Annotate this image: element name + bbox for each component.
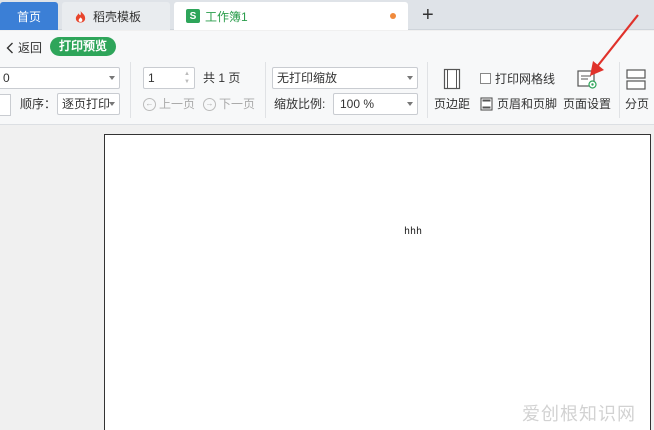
- page-break-label: 分页: [625, 97, 650, 111]
- header-footer-label: 页眉和页脚: [497, 97, 558, 111]
- next-page-button[interactable]: → 下一页: [203, 93, 255, 115]
- tab-template[interactable]: 稻壳模板: [62, 2, 170, 30]
- chevron-down-icon: [407, 102, 413, 106]
- separator: [130, 62, 131, 118]
- print-preview-badge: 打印预览: [50, 37, 117, 56]
- print-scaling-value: 无打印缩放: [277, 71, 338, 85]
- tab-template-label: 稻壳模板: [93, 9, 142, 24]
- chevron-left-icon: [6, 42, 13, 53]
- margins-label: 页边距: [434, 97, 471, 111]
- order-select-value: 逐页打印: [62, 97, 111, 111]
- page-margins-icon: [443, 68, 461, 90]
- tab-workbook[interactable]: S 工作簿1: [174, 2, 408, 30]
- preview-page: [104, 134, 651, 430]
- gridlines-checkbox[interactable]: 打印网格线: [480, 70, 555, 87]
- back-button[interactable]: 返回: [6, 39, 42, 56]
- header-footer-button[interactable]: 页眉和页脚: [480, 95, 557, 112]
- prev-page-button[interactable]: ← 上一页: [143, 93, 195, 115]
- new-tab-button[interactable]: +: [422, 3, 434, 27]
- next-page-label: 下一页: [219, 97, 256, 111]
- zoom-value: 100 %: [340, 97, 375, 111]
- page-number-value: 1: [148, 71, 155, 85]
- annotation-arrow-icon: [590, 14, 639, 76]
- header-footer-icon: [480, 96, 493, 111]
- page-number-input[interactable]: 1 ▲ ▼: [143, 67, 195, 89]
- prev-page-label: 上一页: [159, 97, 196, 111]
- order-label: 顺序：: [20, 97, 57, 111]
- order-select[interactable]: 逐页打印: [57, 93, 120, 115]
- spreadsheet-icon: S: [186, 9, 200, 23]
- tab-workbook-label: 工作簿1: [205, 9, 248, 24]
- zoom-label: 缩放比例:: [274, 97, 326, 111]
- back-label: 返回: [18, 41, 43, 55]
- copies-stepper[interactable]: [0, 94, 11, 116]
- unsaved-dot-icon: [390, 13, 396, 19]
- arrow-left-icon: ←: [143, 97, 156, 111]
- print-scaling-select[interactable]: 无打印缩放: [272, 67, 418, 89]
- chevron-down-icon: [407, 76, 413, 80]
- margins-button[interactable]: 页边距: [434, 68, 470, 112]
- printer-select-value: 0: [3, 71, 10, 85]
- zoom-select[interactable]: 100 %: [333, 93, 418, 115]
- printer-select[interactable]: 0: [0, 67, 120, 89]
- chevron-down-icon: [109, 102, 115, 106]
- arrow-right-icon: →: [203, 97, 216, 111]
- total-pages: 共 1 页: [203, 71, 241, 85]
- chevron-down-icon: [109, 76, 115, 80]
- tab-home-label: 首页: [16, 9, 41, 24]
- page-setup-label: 页面设置: [562, 97, 611, 111]
- cell-text: hhh: [404, 226, 423, 237]
- checkbox-icon: [480, 73, 491, 84]
- tab-home[interactable]: 首页: [0, 2, 58, 30]
- stepper-arrows-icon[interactable]: ▲ ▼: [184, 70, 191, 86]
- watermark: 爱创根知识网: [522, 404, 636, 424]
- separator: [427, 62, 428, 118]
- gridlines-label: 打印网格线: [495, 72, 556, 86]
- docer-flame-icon: [75, 10, 86, 23]
- separator: [265, 62, 266, 118]
- tab-bar: 首页 稻壳模板 S 工作簿1 +: [0, 0, 654, 30]
